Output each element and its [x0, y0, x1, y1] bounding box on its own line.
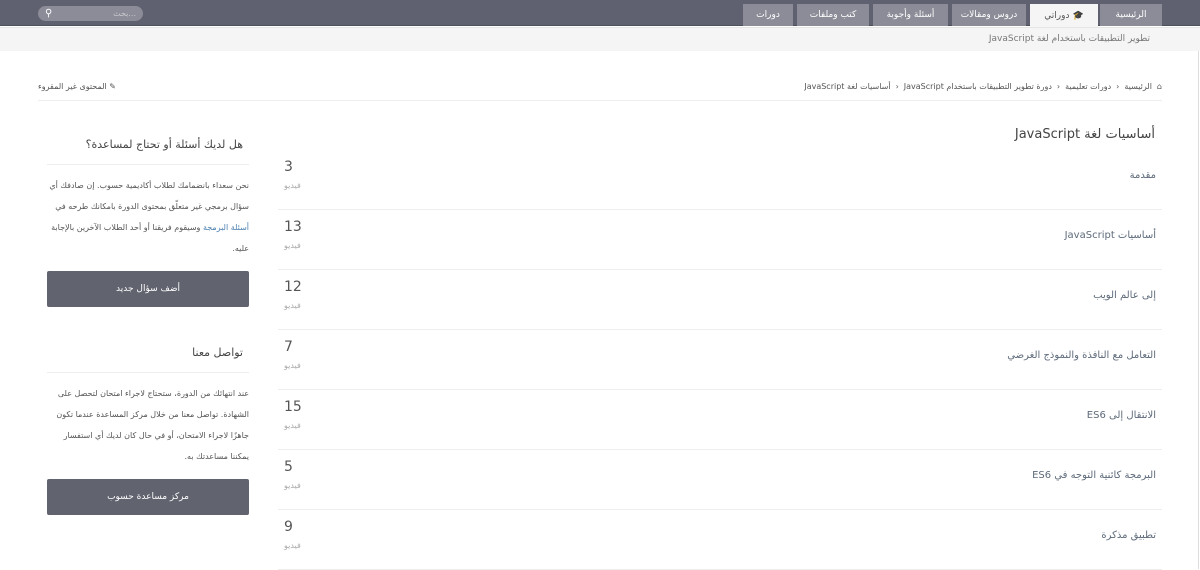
contact-title: تواصل معنا [192, 346, 243, 359]
graduation-cap-icon: 🎓 [1072, 10, 1084, 21]
video-count: 13 [284, 219, 302, 235]
home-icon: ⌂ [1156, 82, 1162, 91]
lesson-row[interactable]: التعامل مع النافذة والنموذج الغرضي 7 فيديو [278, 330, 1162, 390]
search-placeholder: بحث... [113, 9, 136, 18]
lesson-title[interactable]: الانتقال إلى ES6 [1087, 410, 1156, 421]
search-icon[interactable]: ⚲ [45, 8, 52, 19]
breadcrumb-separator: ‹ [895, 82, 899, 91]
course-title-link[interactable]: تطوير التطبيقات باستخدام لغة JavaScript [989, 34, 1150, 44]
breadcrumb-home[interactable]: الرئيسية [1124, 82, 1152, 91]
breadcrumb-course[interactable]: دورة تطوير التطبيقات باستخدام JavaScript [904, 82, 1052, 91]
video-count: 7 [284, 339, 293, 355]
pencil-icon: ✎ [109, 82, 116, 91]
unread-label: المحتوى غير المقروء [38, 82, 107, 91]
video-count: 15 [284, 399, 302, 415]
help-text-part: نحن سعداء بانضمامك لطلاب أكاديمية حسوب. … [49, 181, 249, 211]
divider [47, 372, 249, 373]
video-unit-label: فيديو [284, 241, 301, 250]
lesson-row[interactable]: البرمجة كائنية التوجه في ES6 5 فيديو [278, 450, 1162, 510]
video-unit-label: فيديو [284, 481, 301, 490]
breadcrumb: ⌂ الرئيسية ‹ دورات تعليمية ‹ دورة تطوير ال… [804, 82, 1162, 91]
tab-label: دوراتي [1044, 10, 1070, 21]
course-subbar: تطوير التطبيقات باستخدام لغة JavaScript [0, 27, 1200, 51]
lesson-title[interactable]: تطبيق مذكرة [1101, 530, 1156, 541]
video-unit-label: فيديو [284, 181, 301, 190]
lesson-row[interactable]: مقدمة 3 فيديو [278, 150, 1162, 210]
video-unit-label: فيديو [284, 421, 301, 430]
breadcrumb-separator: ‹ [1116, 82, 1120, 91]
video-count: 9 [284, 519, 293, 535]
video-unit-label: فيديو [284, 541, 301, 550]
lesson-title[interactable]: التعامل مع النافذة والنموذج الغرضي [1007, 350, 1156, 361]
page-edge [1198, 51, 1199, 569]
lesson-title[interactable]: إلى عالم الويب [1093, 290, 1156, 301]
breadcrumb-separator: ‹ [1056, 82, 1061, 91]
section-title: أساسيات لغة JavaScript [1014, 127, 1155, 142]
lesson-row[interactable]: الانتقال إلى ES6 15 فيديو [278, 390, 1162, 450]
video-count: 12 [284, 279, 302, 295]
lesson-title[interactable]: أساسيات JavaScript [1065, 230, 1156, 241]
lesson-title[interactable]: مقدمة [1130, 170, 1156, 181]
breadcrumb-courses[interactable]: دورات تعليمية [1065, 82, 1111, 91]
help-center-button[interactable]: مركز مساعدة حسوب [47, 479, 249, 515]
video-unit-label: فيديو [284, 361, 301, 370]
unread-content-link[interactable]: ✎ المحتوى غير المقروء [38, 82, 116, 91]
tab-books[interactable]: كتب وملفات [797, 4, 869, 26]
contact-text: عند انتهائك من الدورة، ستحتاج لاجراء امت… [56, 389, 249, 461]
tab-label: أسئلة وأجوبة [886, 10, 935, 20]
tab-label: الرئيسية [1115, 10, 1147, 20]
contact-panel: تواصل معنا عند انتهائك من الدورة، ستحتاج… [47, 346, 249, 515]
video-count: 5 [284, 459, 293, 475]
tab-label: كتب وملفات [809, 10, 857, 20]
video-unit-label: فيديو [284, 301, 301, 310]
tab-label: دورات [756, 10, 780, 20]
top-navbar: ⚲ بحث... الرئيسية 🎓 دوراتي دروس ومقالات أ… [0, 0, 1200, 27]
add-question-button[interactable]: أضف سؤال جديد [47, 271, 249, 307]
tab-my-courses[interactable]: 🎓 دوراتي [1030, 4, 1098, 27]
lesson-row[interactable]: أساسيات JavaScript 13 فيديو [278, 210, 1162, 270]
help-text: نحن سعداء بانضمامك لطلاب أكاديمية حسوب. … [47, 175, 249, 259]
tab-qa[interactable]: أسئلة وأجوبة [873, 4, 948, 26]
tab-articles[interactable]: دروس ومقالات [952, 4, 1026, 26]
divider [38, 100, 1162, 101]
lesson-row[interactable]: تطبيق مذكرة 9 فيديو [278, 510, 1162, 570]
lesson-row[interactable]: إلى عالم الويب 12 فيديو [278, 270, 1162, 330]
tab-courses[interactable]: دورات [743, 4, 793, 26]
help-title: هل لديك أسئلة أو تحتاج لمساعدة؟ [85, 138, 243, 151]
tab-home[interactable]: الرئيسية [1100, 4, 1162, 26]
search-input[interactable]: ⚲ بحث... [38, 6, 143, 21]
divider [47, 164, 249, 165]
video-count: 3 [284, 159, 293, 175]
tab-label: دروس ومقالات [960, 10, 1018, 20]
programming-questions-link[interactable]: أسئلة البرمجة [203, 223, 249, 232]
help-panel: هل لديك أسئلة أو تحتاج لمساعدة؟ نحن سعدا… [47, 138, 249, 307]
lesson-title[interactable]: البرمجة كائنية التوجه في ES6 [1032, 470, 1156, 481]
breadcrumb-current: أساسيات لغة JavaScript [804, 82, 891, 91]
